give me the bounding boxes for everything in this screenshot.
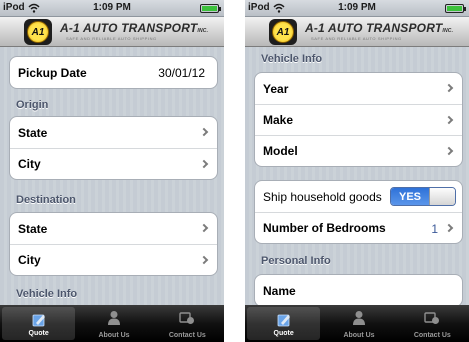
- ship-household-label: Ship household goods: [263, 189, 382, 204]
- tab-quote[interactable]: Quote: [247, 307, 321, 340]
- contact-icon: [179, 312, 195, 324]
- vehicle-year-label: Year: [263, 81, 289, 96]
- logo-icon: A1: [24, 19, 52, 45]
- status-time: 1:09 PM: [93, 2, 131, 13]
- origin-section-label: Origin: [16, 99, 49, 111]
- tab-bar: Quote About Us Contact Us: [0, 305, 224, 342]
- app-header: A1 A-1 AUTO TRANSPORTINC. SAFE AND RELIA…: [245, 17, 469, 47]
- tab-quote[interactable]: Quote: [2, 307, 76, 340]
- phone-screen-right: iPod 1:09 PM A1 A-1 AUTO TRANSPORTINC. S…: [245, 0, 469, 342]
- destination-group: State City: [9, 212, 218, 276]
- vehicle-section-label: Vehicle Info: [16, 288, 78, 300]
- quote-icon: [277, 314, 290, 327]
- chevron-right-icon: [444, 83, 454, 93]
- chevron-right-icon: [199, 255, 209, 265]
- pickup-date-value: 30/01/12: [158, 66, 205, 80]
- brand-tagline: SAFE AND RELIABLE AUTO SHIPPING: [66, 36, 157, 41]
- brand-name: A-1 AUTO TRANSPORTINC.: [305, 21, 454, 35]
- vehicle-make-row[interactable]: Make: [255, 104, 462, 135]
- chevron-right-icon: [199, 223, 209, 233]
- brand-suffix: INC.: [197, 28, 209, 34]
- destination-state-row[interactable]: State: [10, 213, 217, 244]
- quote-form-scroll[interactable]: Vehicle Info Year Make Model Ship househ…: [245, 48, 469, 305]
- destination-section-label: Destination: [16, 194, 76, 206]
- tab-quote-label: Quote: [28, 330, 49, 337]
- battery-icon: [200, 4, 221, 13]
- origin-state-label: State: [18, 125, 48, 140]
- chevron-right-icon: [199, 159, 209, 169]
- origin-city-row[interactable]: City: [10, 148, 217, 179]
- bedrooms-row[interactable]: Number of Bedrooms 1: [255, 212, 462, 243]
- toggle-knob: [429, 188, 455, 205]
- destination-city-label: City: [18, 253, 41, 267]
- pickup-date-row[interactable]: Pickup Date 30/01/12: [10, 57, 217, 88]
- tab-about-us[interactable]: About Us: [322, 305, 395, 342]
- tab-about-us[interactable]: About Us: [77, 305, 150, 342]
- person-icon: [352, 311, 365, 325]
- logo-text: A1: [272, 21, 294, 43]
- toggle-on-label: YES: [391, 188, 429, 205]
- vehicle-section-label: Vehicle Info: [261, 53, 323, 65]
- tab-contact-label: Contact Us: [413, 332, 451, 339]
- origin-group: State City: [9, 116, 218, 180]
- contact-icon: [424, 312, 440, 324]
- pickup-date-label: Pickup Date: [18, 65, 87, 80]
- logo-text: A1: [27, 21, 49, 43]
- status-bar: iPod 1:09 PM: [0, 0, 224, 17]
- app-header: A1 A-1 AUTO TRANSPORTINC. SAFE AND RELIA…: [0, 17, 224, 47]
- personal-section-label: Personal Info: [261, 255, 331, 267]
- tab-contact-us[interactable]: Contact Us: [151, 305, 224, 342]
- tab-quote-label: Quote: [273, 330, 294, 337]
- person-icon: [107, 311, 120, 325]
- battery-icon: [445, 4, 466, 13]
- status-bar: iPod 1:09 PM: [245, 0, 469, 17]
- brand-suffix: INC.: [442, 28, 454, 34]
- destination-state-label: State: [18, 221, 48, 236]
- vehicle-group: Year Make Model: [254, 72, 463, 167]
- vehicle-make-label: Make: [263, 113, 294, 127]
- vehicle-model-label: Model: [263, 144, 298, 158]
- vehicle-year-row[interactable]: Year: [255, 73, 462, 104]
- chevron-right-icon: [444, 146, 454, 156]
- quote-form-scroll[interactable]: Pickup Date 30/01/12 Origin State City D…: [0, 48, 224, 305]
- chevron-right-icon: [444, 223, 454, 233]
- name-label: Name: [263, 283, 296, 298]
- household-group: Ship household goods YES Number of Bedro…: [254, 180, 463, 244]
- ship-household-toggle[interactable]: YES: [390, 187, 456, 206]
- quote-icon: [32, 314, 45, 327]
- vehicle-model-row[interactable]: Model: [255, 135, 462, 166]
- status-time: 1:09 PM: [338, 2, 376, 13]
- origin-city-label: City: [18, 157, 41, 171]
- phone-screen-left: iPod 1:09 PM A1 A-1 AUTO TRANSPORTINC. S…: [0, 0, 224, 342]
- logo-icon: A1: [269, 19, 297, 45]
- tab-bar: Quote About Us Contact Us: [245, 305, 469, 342]
- tab-about-label: About Us: [343, 332, 375, 339]
- name-row[interactable]: Name: [255, 275, 462, 305]
- tab-contact-label: Contact Us: [168, 332, 206, 339]
- pickup-group: Pickup Date 30/01/12: [9, 56, 218, 89]
- tab-contact-us[interactable]: Contact Us: [396, 305, 469, 342]
- origin-state-row[interactable]: State: [10, 117, 217, 148]
- chevron-right-icon: [444, 115, 454, 125]
- bedrooms-label: Number of Bedrooms: [263, 221, 386, 235]
- brand-name: A-1 AUTO TRANSPORTINC.: [60, 21, 209, 35]
- bedrooms-value: 1: [431, 222, 438, 236]
- destination-city-row[interactable]: City: [10, 244, 217, 275]
- ship-household-row: Ship household goods YES: [255, 181, 462, 212]
- tab-about-label: About Us: [98, 332, 130, 339]
- chevron-right-icon: [199, 127, 209, 137]
- brand-tagline: SAFE AND RELIABLE AUTO SHIPPING: [311, 36, 402, 41]
- personal-group: Name: [254, 274, 463, 305]
